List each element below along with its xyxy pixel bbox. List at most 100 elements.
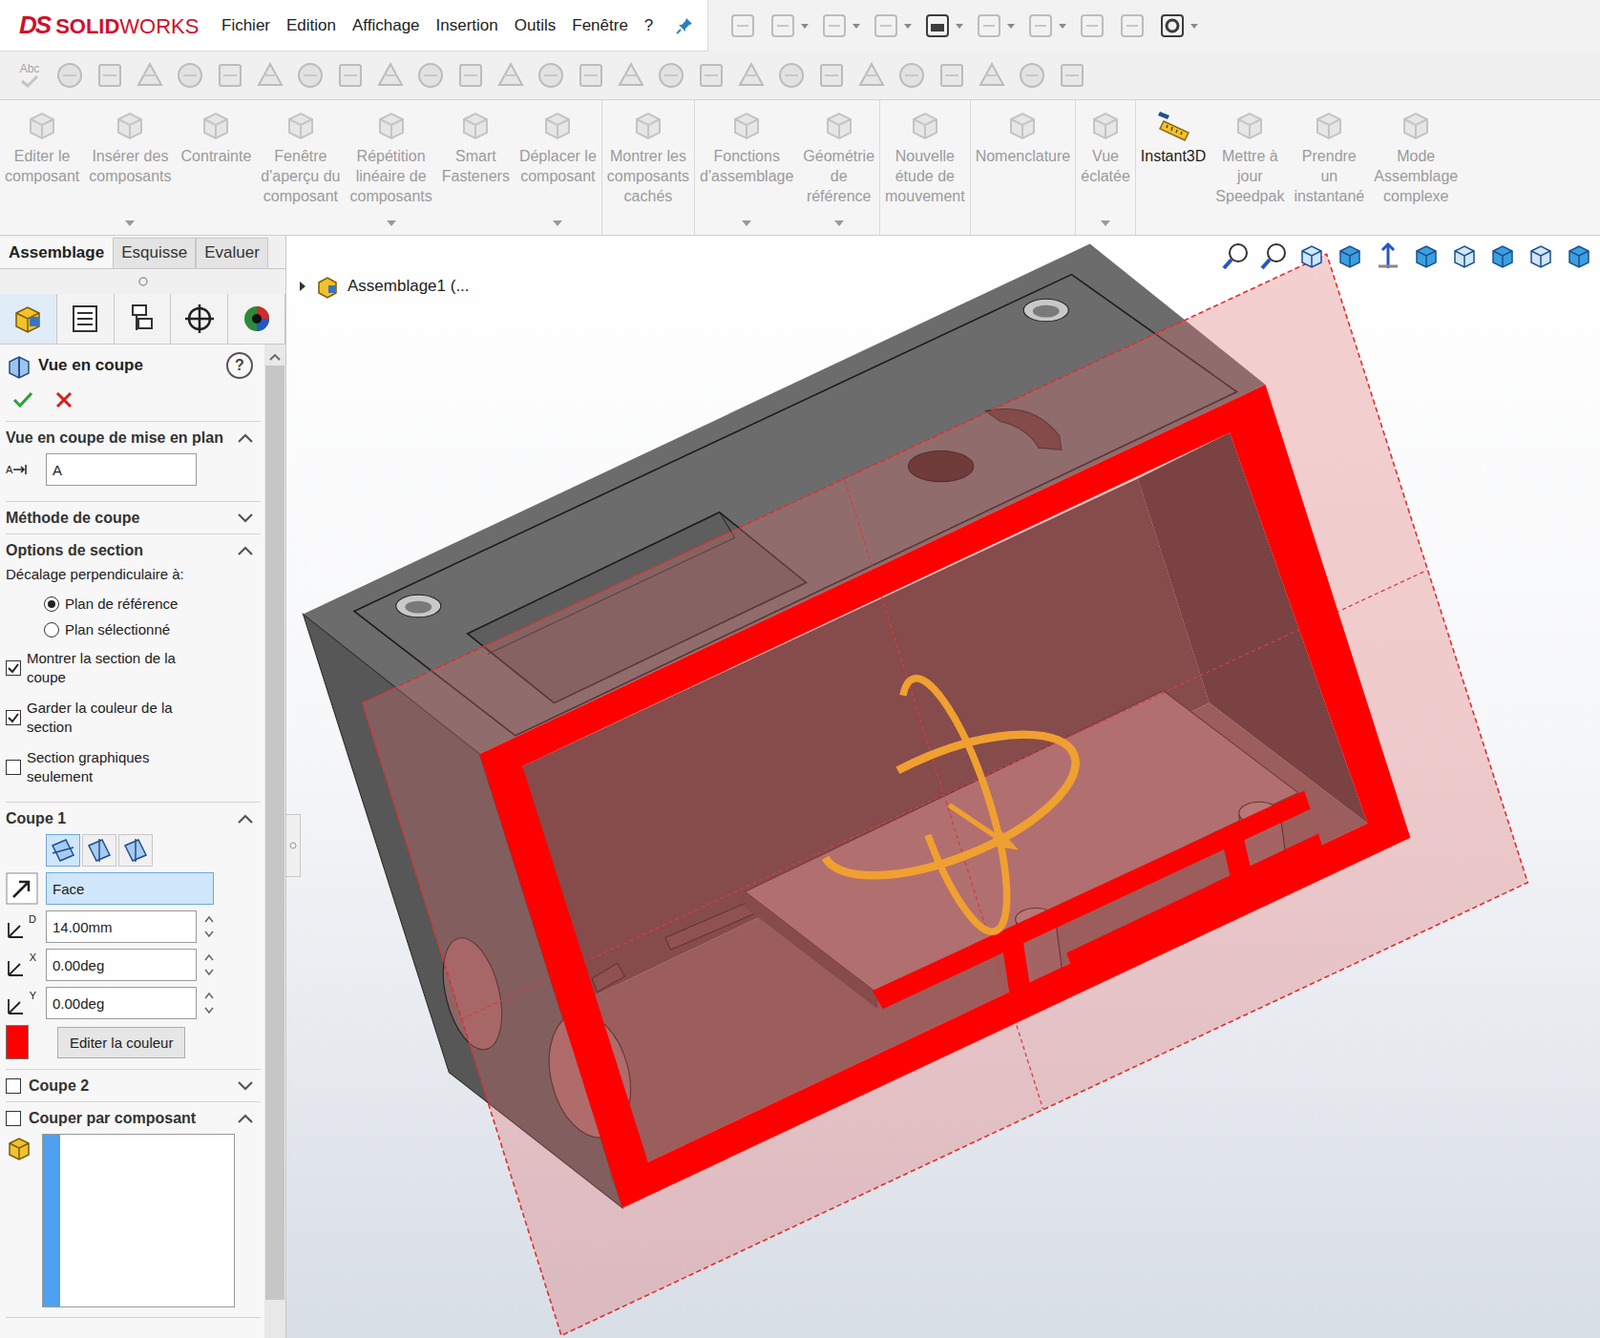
command-button[interactable]: Contrainte	[176, 100, 257, 235]
numeric-input[interactable]: 0.00deg	[45, 948, 197, 982]
command-button[interactable]: Nouvelleétude demouvement	[880, 100, 971, 235]
command-button[interactable]: Prendreuninstantané	[1288, 100, 1369, 235]
menu-item[interactable]: Insertion	[436, 16, 499, 36]
tool-button[interactable]	[93, 59, 127, 92]
menu-item[interactable]: ?	[644, 16, 653, 36]
view-tool-button[interactable]	[1334, 241, 1366, 273]
tool-button[interactable]	[173, 59, 207, 92]
quick-access-button[interactable]	[870, 10, 913, 42]
plane-button[interactable]	[118, 834, 153, 867]
collapse-chevron-icon[interactable]	[235, 429, 255, 447]
radio-option[interactable]: Plan de référence	[5, 591, 261, 618]
section-color-swatch[interactable]	[5, 1025, 29, 1060]
tool-button[interactable]	[735, 59, 768, 92]
tool-button[interactable]	[374, 59, 407, 92]
tool-button[interactable]	[414, 59, 447, 92]
section-header[interactable]: Vue en coupe de mise en plan	[5, 421, 261, 454]
expand-chevron-icon[interactable]	[235, 1077, 255, 1095]
triad-arrow[interactable]	[948, 805, 1003, 842]
tool-button[interactable]	[133, 59, 167, 92]
quick-access-button[interactable]	[1025, 10, 1068, 42]
scroll-up-icon[interactable]	[268, 352, 282, 362]
quick-access-button[interactable]	[727, 10, 758, 42]
plane-button[interactable]	[45, 834, 81, 867]
checkbox-option[interactable]: Garder la couleur de la section	[5, 693, 261, 743]
section-header[interactable]: Coupe 1	[5, 802, 261, 835]
command-button[interactable]: Mettre àjourSpeedpak	[1210, 100, 1289, 235]
manager-tab[interactable]	[0, 294, 58, 344]
cancel-x-icon[interactable]	[53, 389, 75, 411]
menu-item[interactable]: Outils	[514, 16, 556, 36]
plane-button[interactable]	[82, 834, 117, 867]
view-tool-button[interactable]	[1487, 241, 1518, 273]
tool-button[interactable]	[895, 59, 928, 92]
tool-button[interactable]	[654, 59, 688, 92]
section-cut-face[interactable]	[479, 384, 1411, 1209]
manager-tab[interactable]	[228, 294, 286, 344]
command-tab[interactable]: Assemblage	[0, 237, 113, 269]
countersink-hole[interactable]	[396, 594, 442, 618]
spell-check-button[interactable]: Abc	[13, 63, 46, 88]
manager-tab[interactable]	[114, 294, 172, 344]
countersink-hole[interactable]	[1023, 298, 1069, 322]
command-button[interactable]: Editer lecomposant	[0, 100, 85, 235]
section-label-input[interactable]: A	[45, 453, 197, 486]
command-button[interactable]: Nomenclature	[970, 100, 1077, 235]
spinner[interactable]	[204, 989, 214, 1018]
view-tool-button[interactable]	[1449, 241, 1480, 273]
quick-access-button[interactable]	[1116, 10, 1148, 42]
tool-button[interactable]	[294, 59, 327, 92]
tool-button[interactable]	[213, 59, 247, 92]
tool-button[interactable]	[53, 59, 86, 92]
scrollbar[interactable]	[264, 344, 286, 1338]
solidworks-logo[interactable]: DSSOLIDWORKS	[0, 10, 222, 41]
quick-access-button[interactable]	[922, 10, 965, 42]
command-button[interactable]: Vueéclatée	[1075, 100, 1137, 235]
component-list[interactable]	[42, 1134, 235, 1308]
view-tool-button[interactable]	[1296, 241, 1327, 273]
feature-tree-flyout[interactable]: Assemblage1 (...	[297, 273, 470, 299]
quick-access-button[interactable]	[1157, 10, 1200, 42]
command-button[interactable]: ModeAssemblagecomplexe	[1368, 100, 1463, 235]
checkbox[interactable]	[5, 660, 22, 676]
view-tool-button[interactable]	[1372, 241, 1404, 273]
radio-button[interactable]	[43, 622, 60, 638]
command-button[interactable]: Fenêtred'aperçu ducomposant	[255, 100, 345, 235]
menu-item[interactable]: Edition	[286, 16, 337, 36]
view-tool-button[interactable]	[1525, 241, 1557, 273]
view-tool-button[interactable]	[1220, 241, 1251, 273]
command-button[interactable]: Montrer lescomposantscachés	[602, 100, 695, 235]
command-button[interactable]: Fonctionsd'assemblage	[694, 100, 799, 235]
tool-button[interactable]	[614, 59, 648, 92]
tool-button[interactable]	[574, 59, 608, 92]
tool-button[interactable]	[494, 59, 527, 92]
pin-icon[interactable]	[674, 16, 695, 36]
view-tool-button[interactable]	[1563, 241, 1595, 273]
panel-grip[interactable]	[0, 269, 286, 295]
tool-button[interactable]	[1055, 59, 1089, 92]
tool-button[interactable]	[454, 59, 487, 92]
section-plane[interactable]	[361, 253, 1528, 1336]
radio-option[interactable]: Plan sélectionné	[5, 617, 261, 644]
tool-button[interactable]	[694, 59, 728, 92]
expand-arrow-icon[interactable]	[297, 280, 308, 293]
tool-button[interactable]	[1015, 59, 1049, 92]
menu-item[interactable]: Affichage	[352, 16, 421, 36]
view-tool-button[interactable]	[1258, 241, 1289, 273]
checkbox-option[interactable]: Montrer la section de la coupe	[5, 643, 261, 694]
tool-button[interactable]	[775, 59, 808, 92]
help-button[interactable]: ?	[226, 352, 253, 379]
tool-button[interactable]	[334, 59, 367, 92]
manager-tab[interactable]	[57, 294, 115, 344]
collapse-chevron-icon[interactable]	[235, 810, 255, 828]
expand-chevron-icon[interactable]	[235, 509, 255, 527]
command-button[interactable]: SmartFasteners	[437, 100, 515, 235]
command-button[interactable]: Répétitionlinéaire decomposants	[344, 100, 437, 235]
tool-button[interactable]	[935, 59, 969, 92]
panel-splitter[interactable]	[286, 814, 301, 878]
face-selection-input[interactable]: Face	[45, 872, 214, 906]
tool-button[interactable]	[253, 59, 287, 92]
command-button[interactable]: Déplacer lecomposant	[514, 100, 603, 235]
spinner[interactable]	[204, 912, 214, 942]
quick-access-button[interactable]	[767, 10, 810, 42]
